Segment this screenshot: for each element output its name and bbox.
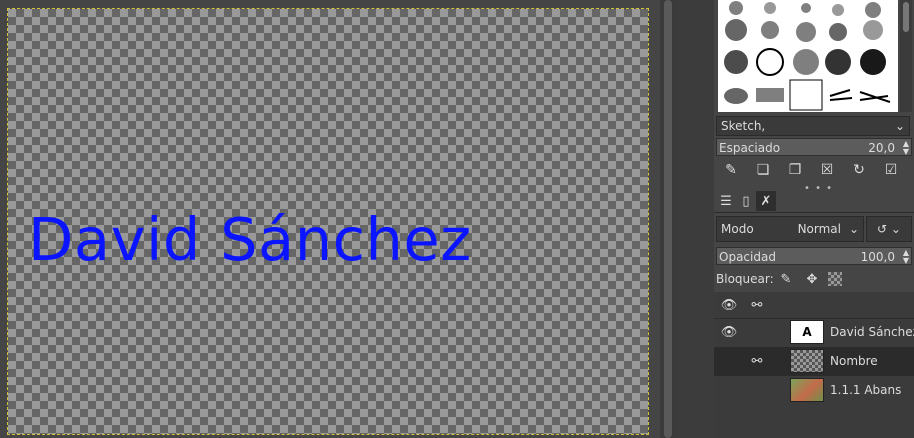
brush-name: Sketch, <box>721 119 766 133</box>
lock-options: ✎ ✥ <box>776 270 842 288</box>
chevron-down-icon: ⌄ <box>848 222 859 236</box>
layer-name: David Sánchez <box>830 325 914 339</box>
brush-name-select[interactable]: Sketch, ⌄ <box>716 116 910 136</box>
spacing-value: 20,0 <box>868 141 895 155</box>
lock-alpha-icon[interactable] <box>828 272 842 286</box>
right-dock-panel: Sketch, ⌄ Espaciado 20,0 ▲ ▼ ✎ ❏ ❐ ☒ ↻ ☑ … <box>714 0 914 438</box>
delete-brush-icon[interactable]: ☒ <box>814 158 840 182</box>
new-brush-icon[interactable]: ❏ <box>750 158 776 182</box>
paths-tab[interactable]: ✗ <box>756 191 776 211</box>
brush-scrollbar[interactable] <box>900 0 912 112</box>
link-chain-icon[interactable]: ⚯ <box>744 347 770 376</box>
brush-grid[interactable] <box>718 0 898 112</box>
dock-tabs: ☰ ▯ ✗ <box>714 190 914 213</box>
image-canvas[interactable]: David Sánchez <box>7 8 649 435</box>
brush-scroll-thumb[interactable] <box>903 2 909 32</box>
canvas-text-layer[interactable]: David Sánchez <box>28 205 472 274</box>
spacing-spinner[interactable]: Espaciado 20,0 ▲ ▼ <box>716 138 912 156</box>
text-layer-icon: A <box>790 320 824 344</box>
layer-name: Nombre <box>830 354 878 368</box>
channels-tab[interactable]: ▯ <box>736 191 756 211</box>
layer-thumbnail <box>790 378 824 402</box>
mode-value: Normal <box>797 222 841 236</box>
layers-tab[interactable]: ☰ <box>716 191 736 211</box>
canvas-area[interactable]: David Sánchez <box>0 0 660 438</box>
lock-label: Bloquear: <box>716 272 774 286</box>
chain-icon: ⚯ <box>751 297 763 313</box>
brush-thumbnails[interactable] <box>718 0 898 112</box>
layers-list[interactable]: 👁 ⚯ 👁 A David Sánchez ⚯ Nombre 1.1.1 Aba… <box>714 292 914 438</box>
layers-list-header: 👁 ⚯ <box>714 292 914 319</box>
brush-actions-toolbar: ✎ ❏ ❐ ☒ ↻ ☑ <box>714 158 914 182</box>
composite-mode-button[interactable]: ↺ ⌄ <box>866 216 912 242</box>
duplicate-brush-icon[interactable]: ❐ <box>782 158 808 182</box>
spinner-arrows-icon[interactable]: ▲ ▼ <box>903 248 909 265</box>
layer-row[interactable]: 1.1.1 Abans <box>714 376 914 405</box>
lock-position-icon[interactable]: ✥ <box>802 270 822 288</box>
spacing-label: Espaciado <box>719 141 781 155</box>
canvas-scrollbar[interactable] <box>660 0 676 438</box>
layer-mode-select[interactable]: Modo Normal ⌄ <box>716 216 864 242</box>
layer-row[interactable]: 👁 A David Sánchez <box>714 318 914 347</box>
layer-name: 1.1.1 Abans <box>830 383 902 397</box>
eye-icon: 👁 <box>720 297 738 313</box>
mode-label: Modo <box>721 222 754 236</box>
dock-gutter <box>676 0 715 438</box>
layer-row[interactable]: ⚯ Nombre <box>714 347 914 376</box>
opacity-spinner[interactable]: Opacidad 100,0 ▲ ▼ <box>716 247 912 265</box>
edit-brush-icon[interactable]: ✎ <box>718 158 744 182</box>
spinner-arrows-icon[interactable]: ▲ ▼ <box>903 139 909 156</box>
refresh-brushes-icon[interactable]: ↻ <box>846 158 872 182</box>
open-as-image-icon[interactable]: ☑ <box>878 158 904 182</box>
opacity-value: 100,0 <box>860 250 895 264</box>
visibility-eye-icon[interactable]: 👁 <box>716 318 742 347</box>
scrollbar-thumb[interactable] <box>664 0 672 438</box>
lock-pixels-icon[interactable]: ✎ <box>776 270 796 288</box>
chevron-down-icon: ⌄ <box>894 119 905 133</box>
opacity-label: Opacidad <box>719 250 776 264</box>
layer-thumbnail <box>790 349 824 373</box>
